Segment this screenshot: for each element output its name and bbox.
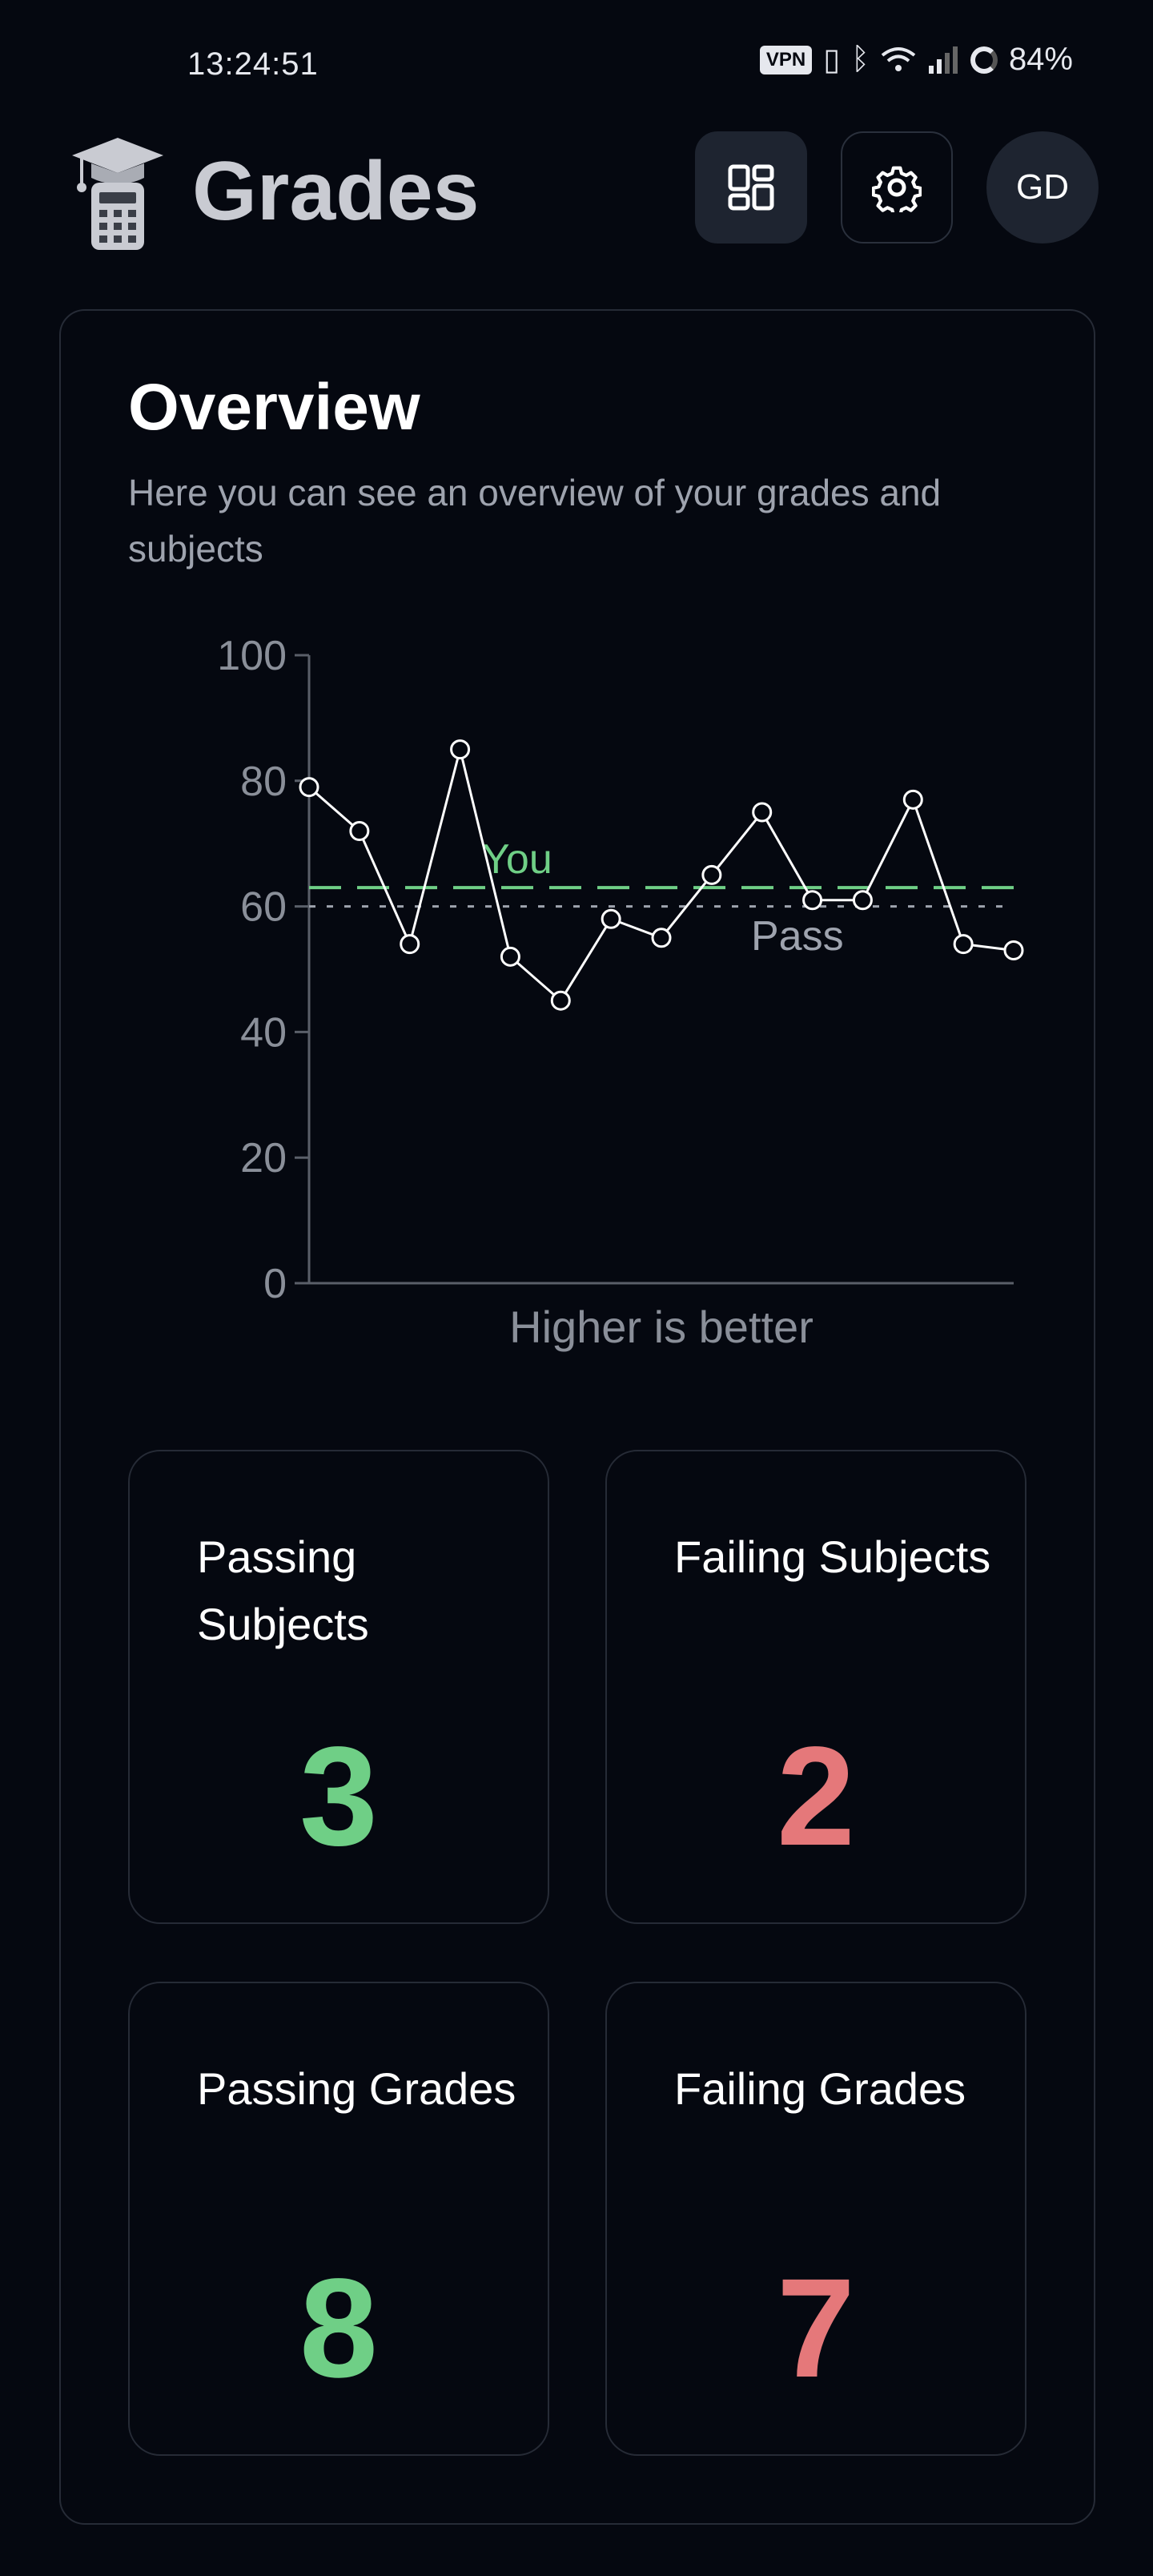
status-bar: 13:24:51 VPN ▯ ᛒ 84% bbox=[0, 0, 1153, 128]
status-icons: VPN ▯ ᛒ 84% bbox=[759, 42, 1073, 78]
bluetooth-icon: ᛒ bbox=[851, 42, 870, 76]
stat-label: Failing Subjects bbox=[674, 1532, 991, 1582]
stat-value: 3 bbox=[299, 1718, 378, 1875]
dashboard-button[interactable] bbox=[695, 131, 807, 244]
passing-grades-card: Passing Grades 8 bbox=[128, 1982, 549, 2456]
battery-icon bbox=[970, 46, 998, 74]
settings-button[interactable] bbox=[841, 131, 953, 244]
status-time: 13:24:51 bbox=[187, 46, 319, 82]
battery-level: 84% bbox=[1008, 42, 1073, 77]
wifi-icon bbox=[881, 46, 916, 71]
stat-label: Passing Grades bbox=[197, 2063, 516, 2114]
signal-icon bbox=[928, 46, 958, 74]
passing-subjects-card: Passing Subjects 3 bbox=[128, 1450, 549, 1924]
app-title: Grades bbox=[192, 145, 480, 238]
app-header: Grades GD bbox=[0, 128, 1153, 250]
overview-title: Overview bbox=[128, 371, 420, 444]
gear-icon bbox=[872, 166, 922, 212]
vpn-icon: VPN bbox=[759, 45, 813, 74]
overview-description: Here you can see an overview of your gra… bbox=[128, 472, 942, 570]
stat-value: 7 bbox=[777, 2250, 855, 2407]
failing-grades-card: Failing Grades 7 bbox=[605, 1982, 1026, 2456]
dashboard-icon bbox=[728, 164, 774, 211]
stat-value: 8 bbox=[299, 2250, 378, 2407]
avatar[interactable]: GD bbox=[986, 131, 1099, 244]
stat-label: Failing Grades bbox=[674, 2063, 966, 2114]
graduation-calculator-logo bbox=[72, 138, 163, 250]
vibrate-icon: ▯ bbox=[823, 43, 841, 77]
stat-value: 2 bbox=[777, 1718, 855, 1875]
stat-label: Passing Subjects bbox=[197, 1532, 369, 1649]
failing-subjects-card: Failing Subjects 2 bbox=[605, 1450, 1026, 1924]
